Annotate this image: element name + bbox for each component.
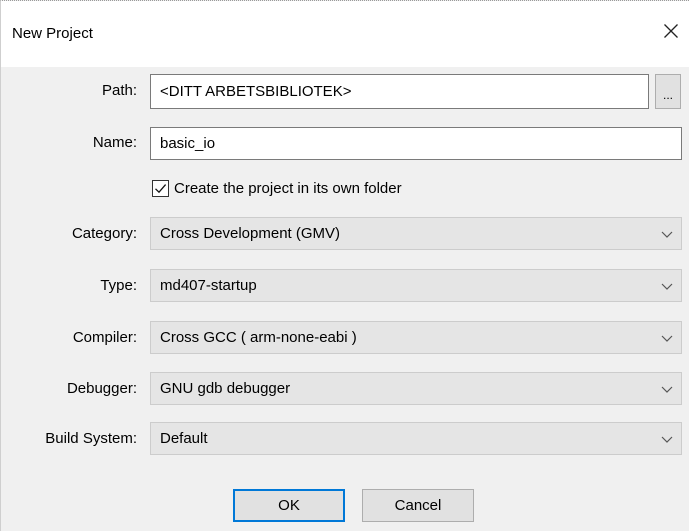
path-input[interactable]: <DITT ARBETSBIBLIOTEK> — [150, 74, 649, 109]
chevron-down-icon — [661, 231, 673, 238]
browse-button[interactable]: ... — [655, 74, 681, 109]
debugger-value: GNU gdb debugger — [160, 380, 291, 397]
type-select[interactable]: md407-startup — [150, 269, 682, 302]
category-value: Cross Development (GMV) — [160, 225, 341, 242]
close-icon — [664, 24, 678, 38]
own-folder-label: Create the project in its own folder — [174, 179, 402, 197]
compiler-value: Cross GCC ( arm-none-eabi ) — [160, 329, 357, 346]
category-select[interactable]: Cross Development (GMV) — [150, 217, 682, 250]
category-label: Category: — [71, 225, 137, 242]
debugger-label: Debugger: — [66, 380, 137, 397]
build-system-label: Build System: — [45, 430, 137, 447]
debugger-select[interactable]: GNU gdb debugger — [150, 372, 682, 405]
chevron-down-icon — [661, 283, 673, 290]
chevron-down-icon — [661, 386, 673, 393]
compiler-select[interactable]: Cross GCC ( arm-none-eabi ) — [150, 321, 682, 354]
chevron-down-icon — [661, 335, 673, 342]
own-folder-option[interactable]: Create the project in its own folder — [152, 177, 402, 199]
ok-button[interactable]: OK — [233, 489, 345, 522]
browse-label: ... — [662, 88, 673, 102]
cancel-button[interactable]: Cancel — [362, 489, 474, 522]
new-project-dialog: New Project Path: <DITT ARBETSBIBLIOTEK>… — [0, 0, 689, 531]
build-system-value: Default — [160, 430, 208, 447]
ok-label: OK — [278, 497, 300, 514]
compiler-label: Compiler: — [72, 329, 137, 346]
name-input[interactable]: basic_io — [150, 127, 682, 160]
name-label: Name: — [92, 134, 137, 151]
checkmark-icon — [155, 183, 167, 193]
close-button[interactable] — [657, 17, 685, 45]
name-value: basic_io — [160, 135, 216, 152]
dialog-title: New Project — [12, 25, 93, 42]
path-label: Path: — [101, 82, 137, 99]
cancel-label: Cancel — [394, 497, 442, 514]
type-value: md407-startup — [160, 277, 257, 294]
path-value: <DITT ARBETSBIBLIOTEK> — [160, 83, 352, 100]
type-label: Type: — [100, 277, 137, 294]
own-folder-checkbox[interactable] — [152, 179, 169, 197]
title-bar: New Project — [1, 1, 689, 67]
build-system-select[interactable]: Default — [150, 422, 682, 455]
chevron-down-icon — [661, 436, 673, 443]
